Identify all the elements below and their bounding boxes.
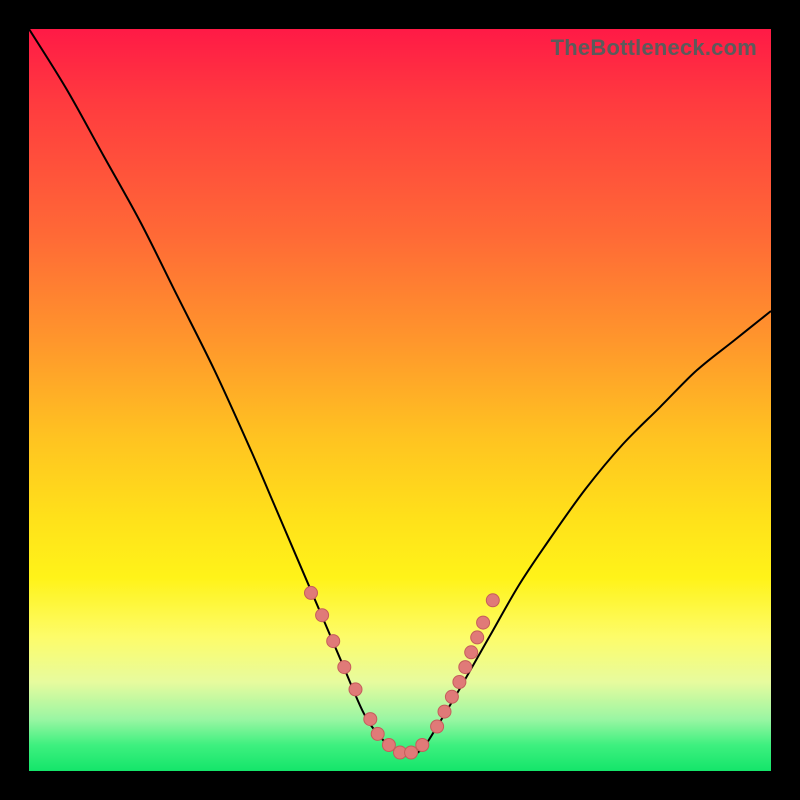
marker-dot (349, 683, 362, 696)
chart-plot-area: TheBottleneck.com (29, 29, 771, 771)
chart-frame: TheBottleneck.com (0, 0, 800, 800)
marker-dot (438, 705, 451, 718)
marker-dot (371, 727, 384, 740)
marker-dot (305, 586, 318, 599)
chart-svg (29, 29, 771, 771)
marker-dot (453, 676, 466, 689)
marker-dot (316, 609, 329, 622)
bottleneck-curve (29, 29, 771, 756)
marker-dot (382, 739, 395, 752)
marker-dot (445, 690, 458, 703)
marker-dot (416, 739, 429, 752)
marker-dot (431, 720, 444, 733)
marker-dot (471, 631, 484, 644)
marker-dot (486, 594, 499, 607)
marker-group (305, 586, 500, 759)
marker-dot (364, 713, 377, 726)
marker-dot (465, 646, 478, 659)
marker-dot (327, 635, 340, 648)
marker-dot (459, 661, 472, 674)
marker-dot (477, 616, 490, 629)
marker-dot (405, 746, 418, 759)
marker-dot (338, 661, 351, 674)
